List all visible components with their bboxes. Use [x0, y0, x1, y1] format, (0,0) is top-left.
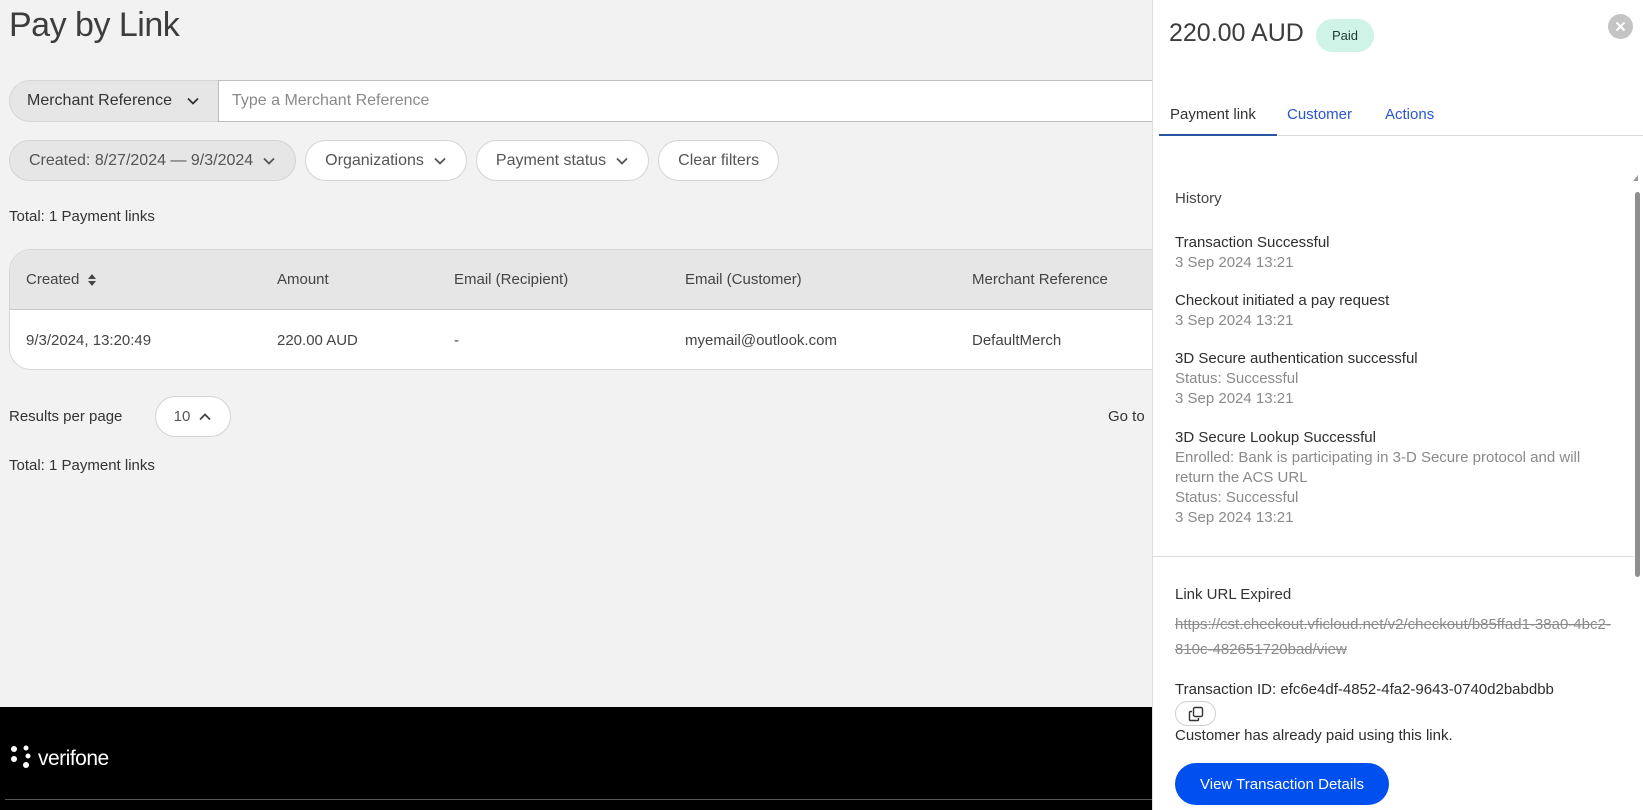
status-badge: Paid: [1316, 19, 1375, 52]
history-item: Checkout initiated a pay request 3 Sep 2…: [1175, 291, 1615, 331]
history-item: 3D Secure Lookup Successful Enrolled: Ba…: [1175, 428, 1615, 528]
table-header: Created Amount Email (Recipient) Email (…: [10, 250, 1208, 310]
history-item-title: Checkout initiated a pay request: [1175, 292, 1390, 309]
link-status-title: Link URL Expired: [1175, 586, 1292, 603]
column-header-amount: Amount: [277, 271, 329, 288]
results-per-page-label: Results per page: [9, 408, 123, 425]
already-paid-message: Customer has already paid using this lin…: [1175, 727, 1453, 744]
history-item-status: Status: Successful: [1175, 370, 1299, 387]
column-header-email-recipient: Email (Recipient): [454, 271, 569, 288]
view-transaction-details-button[interactable]: View Transaction Details: [1175, 763, 1389, 805]
footer: verifone: [0, 707, 1160, 810]
filter-created-label: Created: 8/27/2024 — 9/3/2024: [29, 151, 254, 169]
sort-icon[interactable]: [87, 272, 97, 288]
close-panel-button[interactable]: [1608, 14, 1633, 39]
panel-tabs: Payment link Customer Actions: [1159, 100, 1643, 136]
clear-filters-label: Clear filters: [678, 151, 760, 169]
search-type-dropdown[interactable]: Merchant Reference: [9, 80, 218, 122]
payment-links-table: Created Amount Email (Recipient) Email (…: [9, 249, 1209, 370]
section-divider: [1153, 556, 1634, 557]
filter-payment-status-label: Payment status: [495, 151, 607, 169]
expired-link-url: https://cst.checkout.vficloud.net/v2/che…: [1175, 616, 1611, 658]
footer-divider: [5, 799, 1160, 800]
tab-payment-link[interactable]: Payment link: [1170, 106, 1256, 123]
go-to-page-label: Go to: [1108, 408, 1145, 425]
search-bar: Merchant Reference: [9, 80, 1169, 122]
copy-icon: [1188, 706, 1203, 721]
tab-actions[interactable]: Actions: [1385, 106, 1434, 123]
scroll-up-arrow[interactable]: [1633, 175, 1638, 181]
panel-amount: 220.00 AUD: [1169, 19, 1304, 47]
history-title: History: [1175, 190, 1222, 207]
tab-customer[interactable]: Customer: [1287, 106, 1352, 123]
total-count-top: Total: 1 Payment links: [9, 208, 155, 225]
table-row[interactable]: 9/3/2024, 13:20:49 220.00 AUD - myemail@…: [10, 310, 1208, 369]
cell-amount: 220.00 AUD: [277, 331, 358, 349]
history-item-date: 3 Sep 2024 13:21: [1175, 312, 1294, 329]
verifone-logo: verifone: [10, 745, 109, 771]
filter-created-date[interactable]: Created: 8/27/2024 — 9/3/2024: [9, 140, 297, 181]
panel-scrollbar[interactable]: [1635, 192, 1640, 577]
chevron-up-icon: [199, 412, 211, 420]
chevron-down-icon: [434, 157, 446, 165]
history-item-date: 3 Sep 2024 13:21: [1175, 390, 1294, 407]
history-item: 3D Secure authentication successful Stat…: [1175, 349, 1615, 409]
results-per-page-value: 10: [173, 408, 191, 425]
history-item-date: 3 Sep 2024 13:21: [1175, 509, 1294, 526]
page-title: Pay by Link: [9, 6, 180, 44]
clear-filters-button[interactable]: Clear filters: [658, 140, 780, 181]
search-type-label: Merchant Reference: [27, 92, 172, 109]
merchant-reference-input[interactable]: [217, 80, 1169, 122]
brand-name: verifone: [38, 747, 109, 770]
history-item: Transaction Successful 3 Sep 2024 13:21: [1175, 233, 1615, 273]
history-item-title: 3D Secure authentication successful: [1175, 350, 1418, 367]
chevron-down-icon: [616, 157, 628, 165]
filter-organizations[interactable]: Organizations: [305, 140, 467, 181]
copy-transaction-id-button[interactable]: [1175, 701, 1216, 726]
column-header-created[interactable]: Created: [26, 271, 97, 288]
transaction-id: Transaction ID: efc6e4df-4852-4fa2-9643-…: [1175, 681, 1554, 698]
chevron-down-icon: [187, 97, 199, 105]
history-item-detail: Enrolled: Bank is participating in 3-D S…: [1175, 449, 1581, 486]
column-header-merchant-reference: Merchant Reference: [972, 271, 1108, 288]
filter-organizations-label: Organizations: [325, 151, 424, 169]
cell-email-customer: myemail@outlook.com: [685, 331, 837, 349]
history-item-status: Status: Successful: [1175, 489, 1299, 506]
column-header-label: Created: [26, 271, 80, 288]
verifone-dots-icon: [11, 745, 31, 768]
column-header-email-customer: Email (Customer): [685, 271, 802, 288]
cell-email-recipient: -: [454, 331, 459, 349]
history-item-date: 3 Sep 2024 13:21: [1175, 254, 1294, 271]
filter-bar: Created: 8/27/2024 — 9/3/2024 Organizati…: [9, 140, 780, 181]
cell-merchant-reference: DefaultMerch: [972, 331, 1062, 349]
payment-link-detail-panel: 220.00 AUD Paid Payment link Customer Ac…: [1152, 0, 1643, 810]
active-tab-indicator: [1159, 134, 1277, 136]
cell-created: 9/3/2024, 13:20:49: [26, 331, 152, 349]
close-icon: [1615, 21, 1626, 32]
history-item-title: Transaction Successful: [1175, 234, 1330, 251]
total-count-bottom: Total: 1 Payment links: [9, 457, 155, 474]
chevron-down-icon: [263, 157, 275, 165]
history-item-title: 3D Secure Lookup Successful: [1175, 429, 1376, 446]
filter-payment-status[interactable]: Payment status: [475, 140, 650, 181]
results-per-page-select[interactable]: 10: [155, 396, 231, 437]
